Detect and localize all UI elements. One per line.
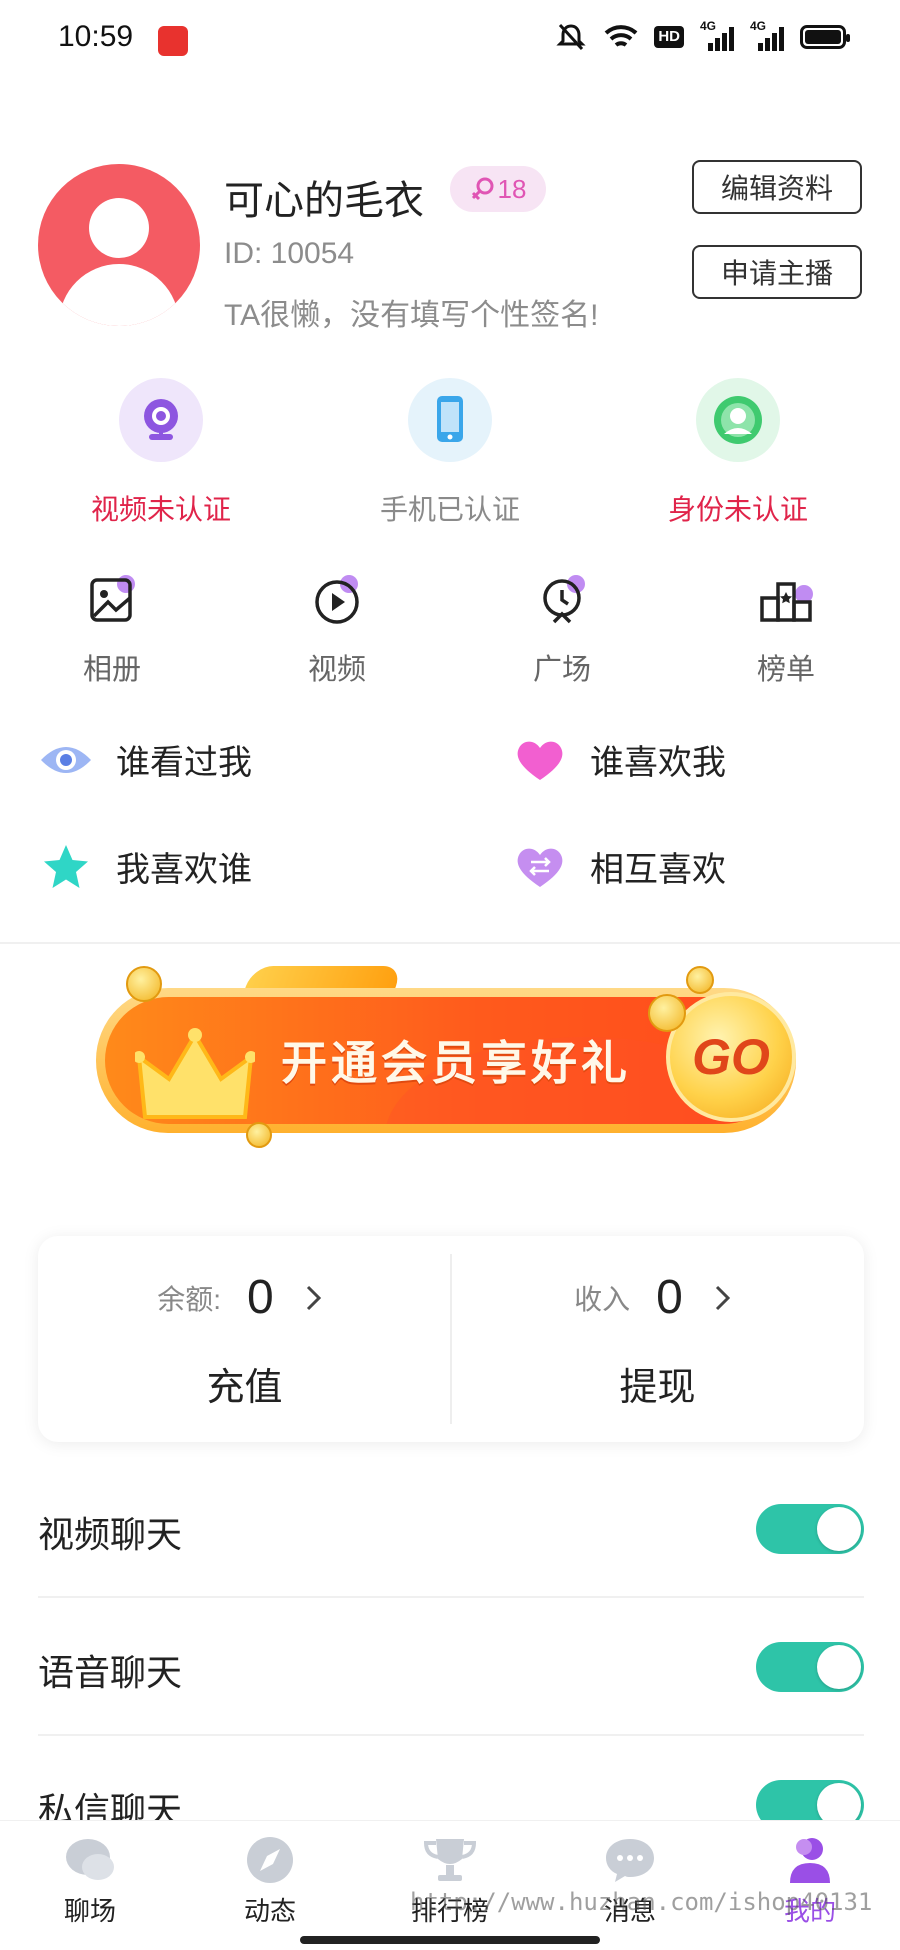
feature-video[interactable]: 视频 [277,570,397,688]
home-indicator[interactable] [300,1936,600,1944]
status-icons: HD 4G 4G [554,19,850,52]
profile-icon [782,1835,838,1885]
age-value: 18 [497,173,527,204]
feature-ranking[interactable]: 榜单 [726,570,846,688]
setting-video-chat-label: 视频聊天 [38,1514,183,1555]
avatar[interactable] [38,164,200,326]
feature-album[interactable]: 相册 [52,570,172,688]
who-likes-me-label: 谁喜欢我 [590,744,726,782]
feature-plaza[interactable]: 广场 [502,570,622,688]
video-play-icon [307,570,367,630]
balance-caption: 余额: [157,1283,222,1315]
plaza-icon [532,570,592,630]
chevron-right-icon [296,1280,332,1316]
verify-identity[interactable]: 身份未认证 [628,378,848,528]
heart-icon [512,738,568,782]
webcam-icon [119,378,203,462]
setting-video-chat: 视频聊天 [38,1460,864,1598]
who-i-like[interactable]: 我喜欢谁 [38,842,252,891]
compass-icon [242,1835,298,1885]
income-section[interactable]: 收入 0 提现 [451,1236,864,1442]
coin-icon [126,966,162,1002]
chevron-right-icon [705,1280,741,1316]
ranking-icon [756,570,816,630]
feature-video-label: 视频 [307,654,366,686]
battery-icon [800,25,850,49]
income-caption: 收入 [574,1283,631,1315]
phone-icon [408,378,492,462]
income-value: 0 [656,1271,683,1324]
video-chat-toggle[interactable] [756,1504,864,1554]
mute-bell-icon [556,23,586,51]
status-bar: 10:59 HD 4G 4G [0,0,900,80]
tab-chat-square[interactable]: 聊场 [10,1835,170,1928]
voice-chat-toggle[interactable] [756,1642,864,1692]
wifi-icon [604,25,638,47]
who-i-like-label: 我喜欢谁 [116,851,252,889]
eye-icon [38,738,94,782]
balance-value: 0 [247,1271,274,1324]
identity-icon [696,378,780,462]
tab-feed[interactable]: 动态 [190,1835,350,1928]
feature-ranking-label: 榜单 [756,654,815,686]
verify-video-label: 视频未认证 [90,494,231,525]
section-divider [0,942,900,944]
apply-anchor-button[interactable]: 申请主播 [692,245,862,299]
feature-plaza-label: 广场 [532,654,591,686]
status-time: 10:59 [58,20,134,53]
coin-icon [246,1122,272,1148]
coin-icon [648,994,686,1032]
message-icon [602,1835,658,1885]
tab-bar: 聊场 动态 排行榜 消息 我的 [0,1820,900,1950]
verify-phone[interactable]: 手机已认证 [340,378,560,528]
edit-profile-button[interactable]: 编辑资料 [692,160,862,214]
tab-chat-square-label: 聊场 [63,1896,116,1926]
mutual-likes[interactable]: 相互喜欢 [512,842,726,891]
star-icon [38,844,94,889]
signal-4g-icon-2: 4G [750,19,784,51]
crown-icon [135,1028,255,1119]
hd-voice-badge: HD [654,26,684,48]
balance-section[interactable]: 余额: 0 充值 [38,1236,451,1442]
mutual-likes-label: 相互喜欢 [590,851,726,889]
album-icon [82,570,142,630]
signal-4g-icon: 4G [700,19,734,51]
mutual-heart-icon [512,845,568,889]
verify-phone-label: 手机已认证 [379,494,520,525]
signature: TA很懒，没有填写个性签名! [224,299,599,332]
verify-video[interactable]: 视频未认证 [51,378,271,528]
verify-identity-label: 身份未认证 [667,494,808,525]
coin-icon [686,966,714,994]
withdraw-button[interactable]: 提现 [451,1356,864,1411]
trophy-icon [422,1835,478,1885]
tab-feed-label: 动态 [243,1896,296,1926]
notification-app-icon [158,26,188,56]
feature-album-label: 相册 [82,654,141,686]
wallet-card: 余额: 0 充值 收入 0 提现 [38,1236,864,1442]
gender-age-badge: 18 [450,166,546,212]
user-id: ID: 10054 [224,237,355,270]
recharge-button[interactable]: 充值 [38,1356,451,1411]
who-viewed-me-label: 谁看过我 [116,744,252,782]
setting-voice-chat: 语音聊天 [38,1598,864,1736]
who-viewed-me[interactable]: 谁看过我 [38,735,252,784]
female-icon [471,177,494,201]
vip-banner[interactable]: 开通会员享好礼 GO [96,966,802,1148]
who-likes-me[interactable]: 谁喜欢我 [512,735,726,784]
nickname: 可心的毛衣 [224,179,424,223]
vip-banner-text: 开通会员享好礼 [281,1037,631,1089]
chat-square-icon [62,1835,118,1885]
watermark-text: http://www.huzhan.com/ishop40131 [410,1888,873,1916]
setting-voice-chat-label: 语音聊天 [38,1652,183,1693]
